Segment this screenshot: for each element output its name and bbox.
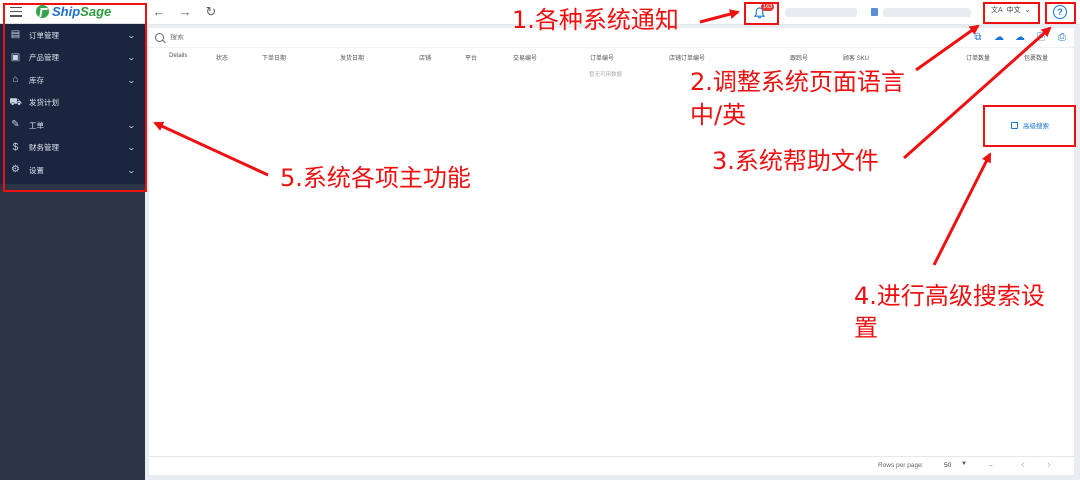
column-header[interactable]: 下单日期 — [262, 53, 286, 62]
translate-icon: 文A — [991, 7, 1003, 14]
copy-icon[interactable]: ⧉ — [972, 32, 984, 44]
logo-mark-icon — [36, 5, 49, 18]
sidebar-item[interactable]: ⚙ 设置 ⌄ — [0, 159, 145, 182]
sidebar-item-label: 工单 — [29, 120, 44, 130]
menu-icon[interactable] — [10, 6, 22, 17]
rows-per-page-label: Rows per page: — [878, 462, 924, 469]
advanced-search-label: 高级搜索 — [1023, 123, 1049, 130]
sidebar-item-label: 订单管理 — [29, 30, 59, 40]
pagination-footer: Rows per page: 50 ▼ – ‹ › — [149, 456, 1074, 475]
column-header[interactable]: Details — [169, 53, 187, 59]
table-header: Details 状态 下单日期 发货日期 店铺 平台 交易编号 订单编号 店铺订单编号 跟踪号 顾客… — [149, 50, 1074, 64]
app-logo: ShipSage — [36, 4, 111, 19]
warehouse-icon: ⌂ — [12, 74, 19, 86]
sidebar-item[interactable]: ▣ 产品管理 ⌄ — [0, 47, 145, 70]
language-label: 中文 — [1006, 7, 1021, 14]
empty-state-text: 暂无可用数据 — [589, 72, 623, 78]
notifications-button[interactable]: 163 — [748, 3, 778, 23]
gear-icon: ⚙ — [11, 164, 20, 176]
search-icon — [155, 33, 164, 42]
orders-panel: ⧉ ☁ ☁ ⎘ ⎙ Details 状态 下单日期 发货日期 店铺 平台 交易编号 订单编号 店… — [149, 28, 1074, 475]
advanced-search-button[interactable]: 高级搜索 — [985, 114, 1075, 136]
sidebar-item-label: 发货计划 — [29, 98, 59, 108]
ticket-icon: ✎ — [11, 119, 20, 131]
back-arrow-icon[interactable]: ← — [151, 4, 167, 20]
column-header[interactable]: 订单编号 — [590, 53, 614, 62]
chevron-down-icon[interactable]: ⌄ — [127, 121, 136, 130]
app-root: ShipSage ▤ 订单管理 ⌄ ▣ 产品管理 ⌄ ⌂ 库存 ⌄ ⛟ 发货计划 ✎ 工单 ⌄ $ 财务管理 ⌄… — [0, 0, 1080, 480]
column-header[interactable]: 顾客 SKU — [843, 53, 869, 62]
annotation-main-functions: 5.系统各项主功能 — [280, 164, 471, 192]
rows-per-page-select[interactable]: 50 — [944, 462, 951, 469]
chevron-down-icon[interactable]: ⌄ — [127, 76, 136, 85]
annotation-language-line1: 2.调整系统页面语言 — [690, 68, 905, 96]
page-range-text: – — [989, 462, 993, 469]
dollar-icon: $ — [12, 141, 19, 153]
column-header[interactable]: 跟踪号 — [790, 53, 808, 62]
logo-text: ShipSage — [52, 4, 112, 19]
column-header[interactable]: 订单数量 — [966, 53, 990, 62]
document-icon: ▤ — [10, 29, 21, 41]
sidebar-item-label: 产品管理 — [29, 53, 59, 63]
filter-icon — [1011, 121, 1018, 129]
column-header[interactable]: 店铺订单编号 — [669, 53, 705, 62]
notification-badge: 163 — [761, 3, 775, 11]
box-icon: ▣ — [10, 51, 21, 63]
table-toolbar: ⧉ ☁ ☁ ⎘ ⎙ — [972, 32, 1068, 44]
annotation-help: 3.系统帮助文件 — [712, 147, 879, 175]
sidebar-item[interactable]: ▤ 订单管理 ⌄ — [0, 24, 145, 47]
annotation-advanced-search-line2: 置 — [854, 314, 878, 342]
logo-bar: ShipSage — [0, 0, 145, 24]
truck-icon: ⛟ — [9, 96, 22, 108]
redacted-user-info — [785, 8, 857, 17]
attachment-icon[interactable]: ⎘ — [1035, 32, 1047, 44]
redacted-store-name — [883, 8, 971, 17]
main-content: ⧉ ☁ ☁ ⎘ ⎙ Details 状态 下单日期 发货日期 店铺 平台 交易编号 订单编号 店… — [145, 25, 1080, 480]
prev-page-icon[interactable]: ‹ — [1021, 459, 1025, 471]
column-header[interactable]: 状态 — [216, 53, 228, 62]
download-cloud-icon[interactable]: ☁ — [1014, 32, 1026, 44]
refresh-icon[interactable]: ↻ — [203, 4, 219, 20]
annotation-notifications: 1.各种系统通知 — [512, 6, 679, 34]
chevron-down-icon[interactable]: ⌄ — [127, 53, 136, 62]
sidebar-item[interactable]: ✎ 工单 ⌄ — [0, 114, 145, 137]
column-header[interactable]: 交易编号 — [513, 53, 537, 62]
caret-down-icon[interactable]: ▼ — [961, 461, 967, 467]
sidebar: ShipSage ▤ 订单管理 ⌄ ▣ 产品管理 ⌄ ⌂ 库存 ⌄ ⛟ 发货计划 ✎ 工单 ⌄ $ 财务管理 ⌄… — [0, 0, 145, 480]
language-selector[interactable]: 文A 中文 ⌄ — [991, 5, 1031, 15]
sidebar-item-label: 设置 — [29, 165, 44, 175]
sidebar-item-label: 财务管理 — [29, 143, 59, 153]
help-icon[interactable]: ? — [1053, 5, 1067, 19]
column-header[interactable]: 平台 — [465, 53, 477, 62]
sidebar-item[interactable]: $ 财务管理 ⌄ — [0, 137, 145, 160]
annotation-advanced-search-line1: 4.进行高级搜索设 — [854, 282, 1045, 310]
sidebar-item[interactable]: ⌂ 库存 ⌄ — [0, 69, 145, 92]
chevron-down-icon: ⌄ — [1024, 7, 1031, 14]
column-header[interactable]: 包裹数量 — [1024, 53, 1048, 62]
chevron-down-icon[interactable]: ⌄ — [127, 166, 136, 175]
column-header[interactable]: 发货日期 — [340, 53, 364, 62]
store-icon — [871, 8, 878, 16]
column-header[interactable]: 店铺 — [419, 53, 431, 62]
print-icon[interactable]: ⎙ — [1056, 32, 1068, 44]
upload-cloud-icon[interactable]: ☁ — [993, 32, 1005, 44]
annotation-language-line2: 中/英 — [690, 101, 747, 129]
chevron-down-icon[interactable]: ⌄ — [127, 31, 136, 40]
sidebar-item-label: 库存 — [29, 75, 44, 85]
search-input[interactable] — [170, 34, 370, 41]
next-page-icon[interactable]: › — [1047, 459, 1051, 471]
forward-arrow-icon[interactable]: → — [177, 4, 193, 20]
sidebar-item[interactable]: ⛟ 发货计划 — [0, 92, 145, 115]
sidebar-nav: ▤ 订单管理 ⌄ ▣ 产品管理 ⌄ ⌂ 库存 ⌄ ⛟ 发货计划 ✎ 工单 ⌄ $ 财务管理 ⌄ ⚙ 设置 ⌄ — [0, 24, 145, 184]
chevron-down-icon[interactable]: ⌄ — [127, 143, 136, 152]
